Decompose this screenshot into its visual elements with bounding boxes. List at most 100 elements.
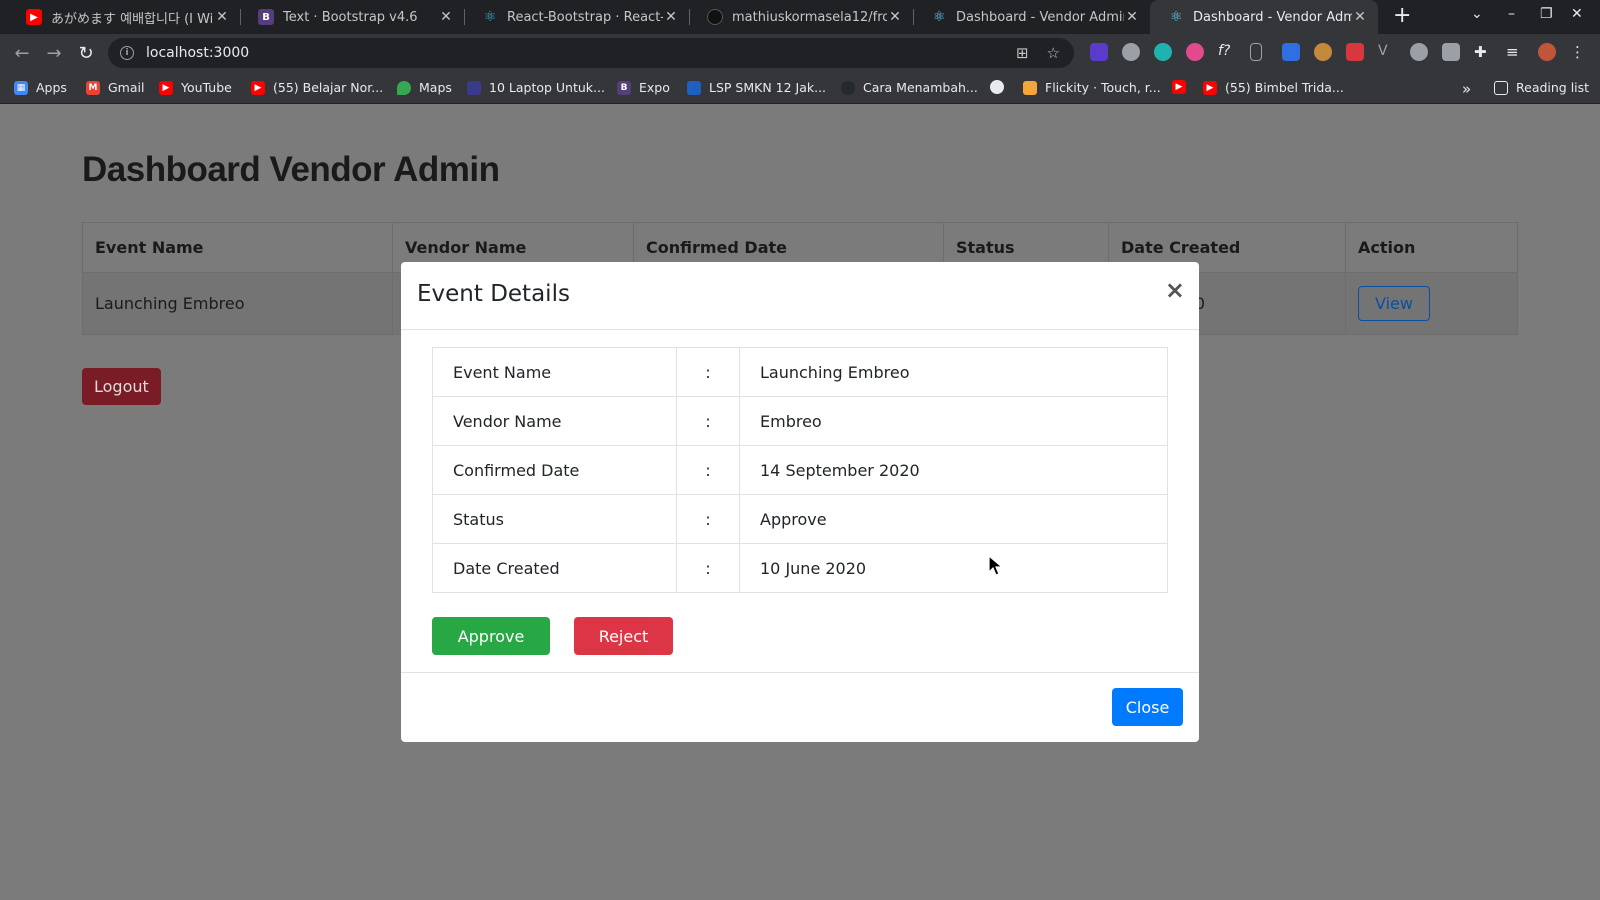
maximize-icon[interactable]: ❐ (1540, 6, 1553, 22)
detail-label: Event Name (432, 347, 677, 397)
bookmark-label: (55) Belajar Nor... (273, 80, 384, 95)
cell-event-name: Launching Embreo (82, 272, 393, 335)
detail-value: Embreo (739, 396, 1168, 446)
event-details-modal: Event Details × Event Name : Launching E… (401, 262, 1199, 742)
approve-button[interactable]: Approve (432, 617, 550, 655)
extension-icon[interactable] (1346, 43, 1364, 61)
profile-avatar[interactable] (1538, 43, 1556, 61)
detail-label: Date Created (432, 543, 677, 593)
browser-tab[interactable]: ⚛ React-Bootstrap · React-Bo ✕ (464, 0, 689, 34)
detail-separator: : (676, 347, 740, 397)
window-close-icon[interactable]: ✕ (1571, 6, 1583, 22)
flickity-icon (1023, 80, 1037, 95)
youtube-icon: ▶ (159, 80, 173, 95)
tab-search-icon[interactable]: ⌄ (1471, 6, 1483, 22)
bookmark-item[interactable]: ▶ (1172, 80, 1194, 94)
minimize-icon[interactable]: – (1508, 6, 1515, 22)
browser-toolbar: ← → ↻ i localhost:3000 ⊞ ☆ f? V ✚ ≡ ⋮ (0, 34, 1600, 72)
bookmark-label: Apps (36, 80, 67, 95)
extensions-puzzle-icon[interactable]: ✚ (1474, 43, 1492, 61)
detail-value: 14 September 2020 (739, 445, 1168, 495)
bookmark-youtube[interactable]: ▶ YouTube (159, 80, 232, 95)
extension-icon[interactable] (1410, 43, 1428, 61)
react-bootstrap-icon: ⚛ (483, 9, 497, 25)
view-button[interactable]: View (1358, 286, 1430, 321)
new-tab-icon[interactable]: + (1393, 5, 1411, 27)
react-icon: ⚛ (1169, 9, 1183, 25)
bookmark-item[interactable]: Flickity · Touch, r... (1023, 80, 1161, 95)
youtube-icon: ▶ (1203, 80, 1217, 95)
table-row: Vendor Name : Embreo (432, 396, 1168, 446)
bookmark-label: 10 Laptop Untuk... (489, 80, 605, 95)
cell-action: View (1345, 272, 1518, 335)
tab-close-icon[interactable]: ✕ (663, 9, 679, 25)
camera-extension-icon[interactable] (1442, 43, 1460, 61)
tab-title: Dashboard - Vendor Admin (1193, 9, 1352, 25)
logout-button[interactable]: Logout (82, 368, 161, 405)
page-title: Dashboard Vendor Admin (82, 150, 500, 189)
bookmark-item[interactable]: ▶ (55) Belajar Nor... (251, 80, 383, 95)
extension-icon[interactable] (1282, 43, 1300, 61)
bookmark-apps[interactable]: ▦ Apps (14, 80, 67, 95)
youtube-icon: ▶ (251, 80, 265, 95)
bootstrap-icon: B (258, 9, 274, 25)
tab-close-icon[interactable]: ✕ (214, 9, 230, 25)
table-row: Event Name : Launching Embreo (432, 347, 1168, 397)
browser-tab-active[interactable]: ⚛ Dashboard - Vendor Admin ✕ (1150, 0, 1378, 34)
font-extension-icon[interactable]: f? (1218, 43, 1236, 61)
cookie-extension-icon[interactable] (1314, 43, 1332, 61)
extension-icon[interactable] (1090, 43, 1108, 61)
reading-list-label: Reading list (1516, 80, 1590, 95)
browser-tab[interactable]: B Text · Bootstrap v4.6 ✕ (240, 0, 464, 34)
bookmark-item[interactable] (990, 80, 1012, 94)
device-extension-icon[interactable] (1250, 43, 1262, 61)
browser-tab[interactable]: ▶ あがめます 예배합니다 (I Will ✕ (8, 0, 240, 34)
bookmark-label: (55) Bimbel Trida... (1225, 80, 1344, 95)
close-icon[interactable]: × (1165, 276, 1185, 304)
detail-value: 10 June 2020 (739, 543, 1168, 593)
bookmark-item[interactable]: 10 Laptop Untuk... (467, 80, 605, 95)
bookmark-item[interactable]: LSP SMKN 12 Jak... (687, 80, 826, 95)
back-icon[interactable]: ← (10, 41, 34, 65)
detail-separator: : (676, 494, 740, 544)
tab-close-icon[interactable]: ✕ (438, 9, 454, 25)
more-bookmarks-icon[interactable]: » (1462, 80, 1471, 98)
event-details-table: Event Name : Launching Embreo Vendor Nam… (432, 347, 1168, 593)
tab-close-icon[interactable]: ✕ (887, 9, 903, 25)
install-app-icon[interactable]: ⊞ (1016, 44, 1029, 62)
modal-header: Event Details × (401, 262, 1199, 330)
color-picker-extension-icon[interactable] (1186, 43, 1204, 61)
bookmark-item[interactable]: B Expo (617, 80, 670, 95)
reject-button[interactable]: Reject (574, 617, 673, 655)
apps-grid-icon: ▦ (14, 80, 28, 95)
globe-extension-icon[interactable] (1122, 43, 1140, 61)
modal-title: Event Details (417, 281, 570, 307)
github-icon (841, 80, 855, 95)
bookmark-star-icon[interactable]: ☆ (1047, 44, 1060, 62)
site-info-icon[interactable]: i (120, 46, 134, 60)
bookmark-item[interactable]: Cara Menambah... (841, 80, 978, 95)
bookmark-gmail[interactable]: M Gmail (86, 80, 144, 95)
address-bar[interactable]: i localhost:3000 ⊞ ☆ (108, 38, 1074, 68)
bookmark-maps[interactable]: Maps (397, 80, 452, 95)
detail-label: Vendor Name (432, 396, 677, 446)
github-icon (707, 9, 723, 25)
reading-list-button[interactable]: Reading list (1494, 80, 1589, 95)
detail-label: Confirmed Date (432, 445, 677, 495)
tab-close-icon[interactable]: ✕ (1352, 9, 1368, 25)
bookmark-label: Gmail (108, 80, 145, 95)
bookmark-label: Maps (419, 80, 452, 95)
vue-extension-icon[interactable]: V (1378, 43, 1396, 61)
extension-icon[interactable] (1154, 43, 1172, 61)
browser-tab[interactable]: mathiuskormasela12/front- ✕ (689, 0, 913, 34)
tab-close-icon[interactable]: ✕ (1124, 9, 1140, 25)
bookmark-label: LSP SMKN 12 Jak... (709, 80, 827, 95)
media-control-icon[interactable]: ≡ (1506, 43, 1524, 61)
browser-tab[interactable]: ⚛ Dashboard - Vendor Admin ✕ (913, 0, 1150, 34)
forward-icon[interactable]: → (42, 41, 66, 65)
browser-menu-icon[interactable]: ⋮ (1570, 43, 1588, 61)
close-button[interactable]: Close (1112, 688, 1183, 726)
reload-icon[interactable]: ↻ (74, 41, 98, 65)
bookmark-item[interactable]: ▶ (55) Bimbel Trida... (1203, 80, 1344, 95)
bootstrap-icon: B (617, 80, 631, 95)
